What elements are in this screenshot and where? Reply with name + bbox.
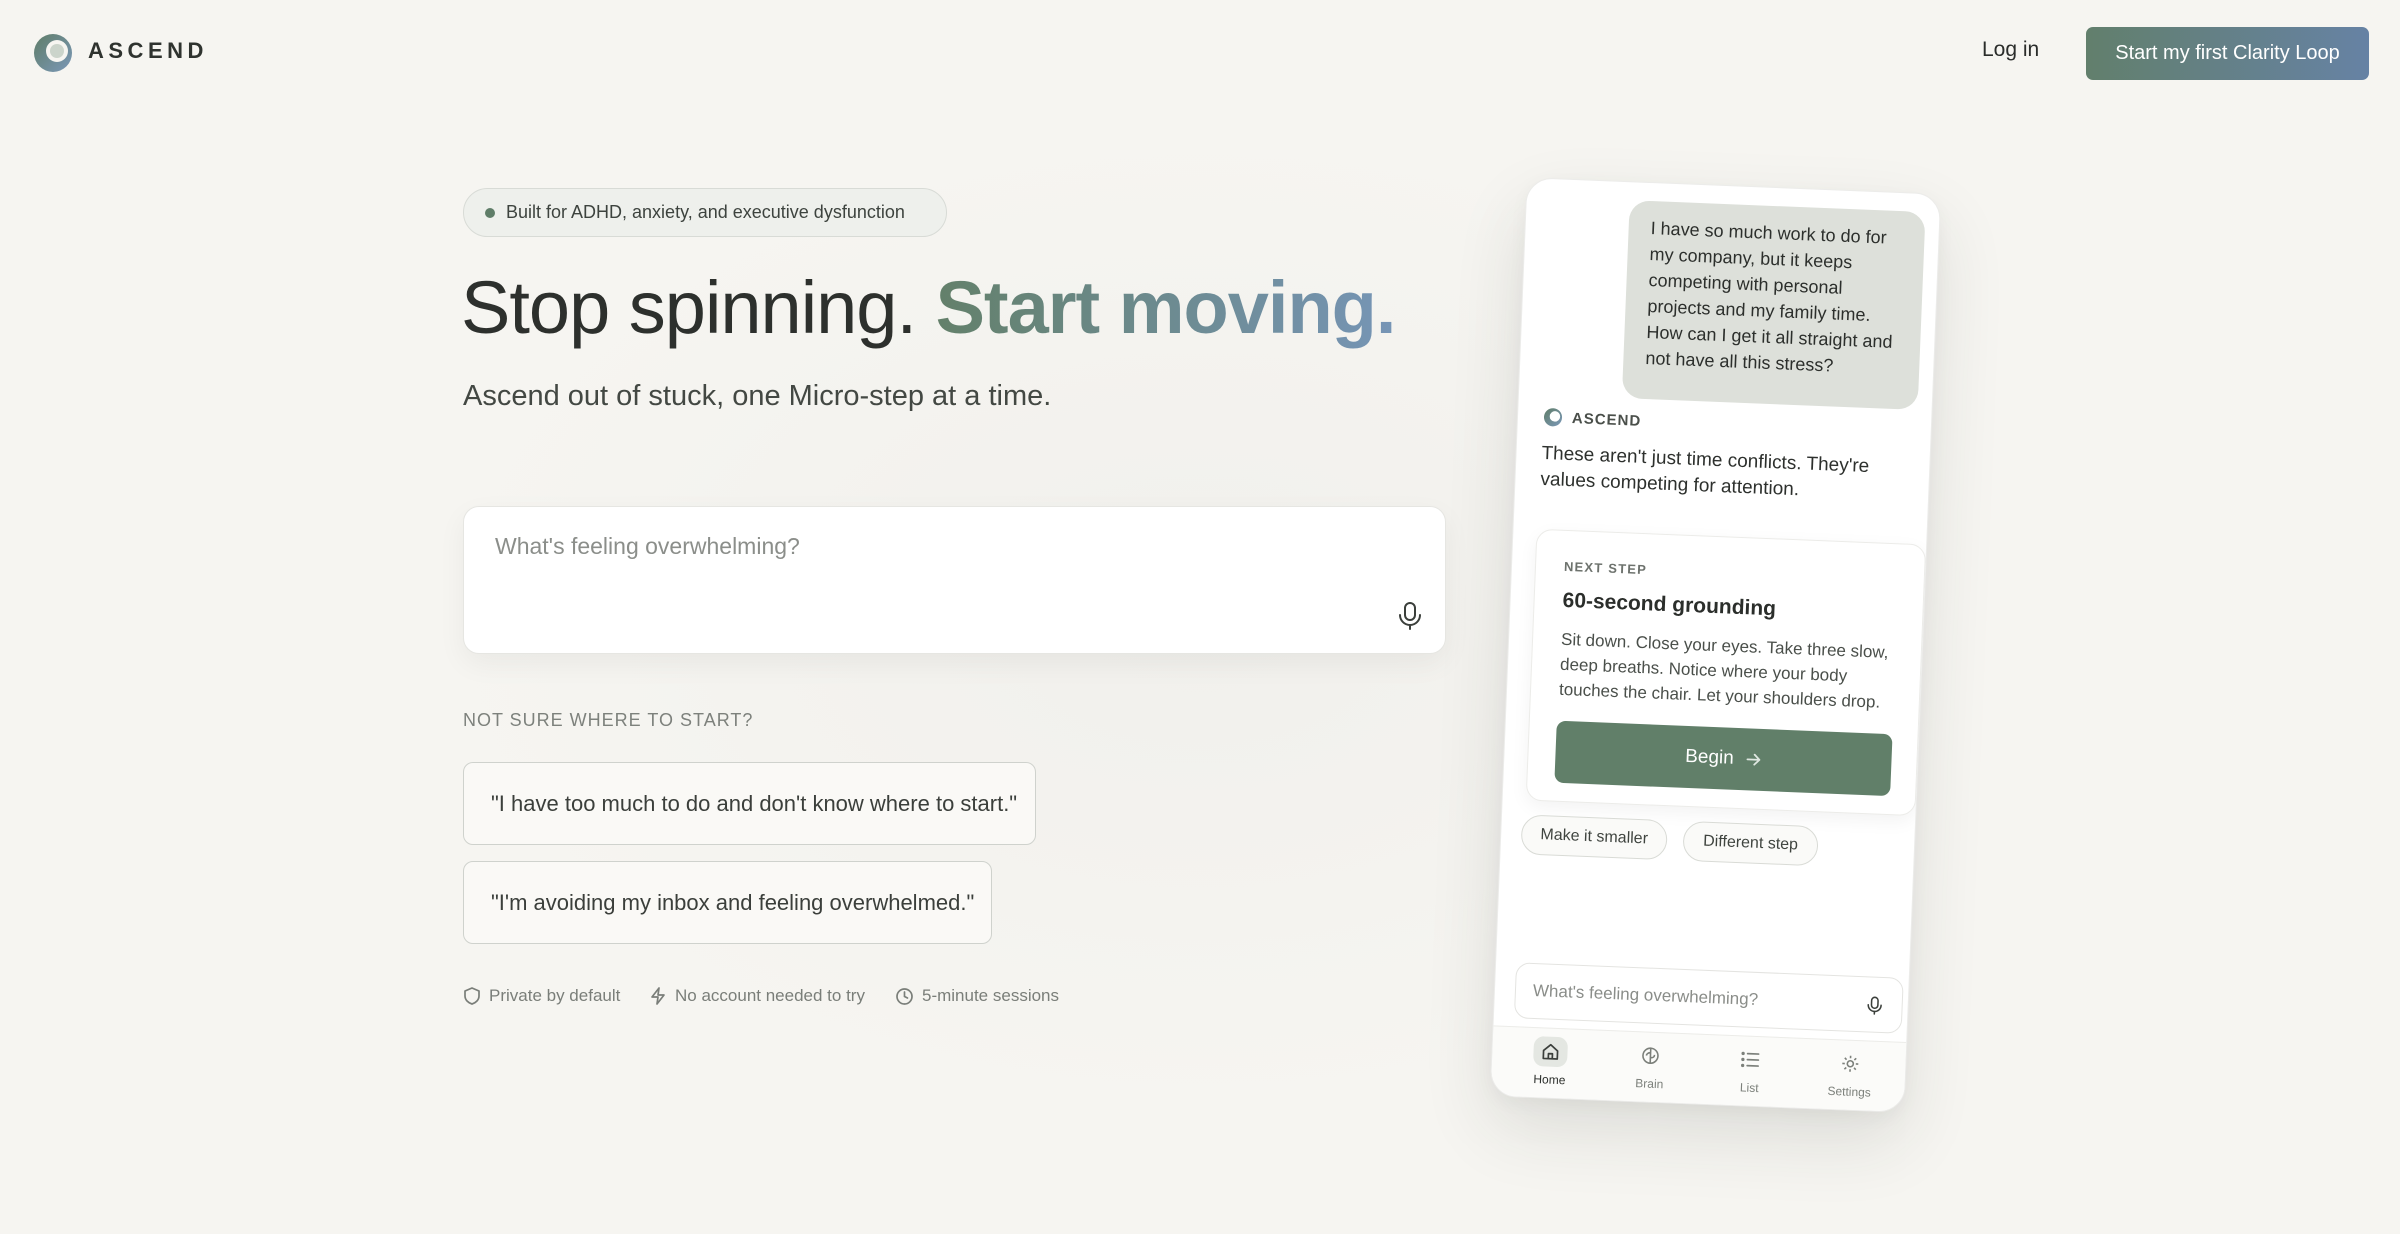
ascend-logo-icon — [1543, 408, 1563, 427]
tab-label: Home — [1533, 1072, 1566, 1088]
shield-icon — [464, 987, 480, 1005]
badge-dot-icon — [485, 207, 495, 218]
login-link[interactable]: Log in — [1982, 38, 2039, 62]
user-message-bubble: I have so much work to do for my company… — [1621, 200, 1926, 410]
tab-label: Brain — [1635, 1076, 1664, 1092]
next-step-card: NEXT STEP 60-second grounding Sit down. … — [1525, 528, 1927, 817]
tab-list[interactable]: List — [1709, 1043, 1791, 1096]
home-icon — [1532, 1036, 1569, 1068]
different-step-chip[interactable]: Different step — [1682, 820, 1819, 867]
begin-label: Begin — [1684, 745, 1735, 769]
step-description: Sit down. Close your eyes. Take three sl… — [1558, 629, 1889, 712]
tab-home[interactable]: Home — [1509, 1035, 1591, 1088]
tab-label: Settings — [1827, 1083, 1872, 1100]
bolt-icon — [651, 987, 665, 1005]
page-title: Stop spinning. Start moving. — [461, 265, 1397, 350]
start-clarity-loop-button[interactable]: Start my first Clarity Loop — [2086, 27, 2369, 80]
audience-badge: Built for ADHD, anxiety, and executive d… — [463, 188, 947, 237]
trust-item-no-account: No account needed to try — [649, 986, 865, 1006]
overwhelm-input[interactable] — [495, 533, 1375, 623]
overwhelm-input-card — [463, 506, 1446, 654]
arrow-right-icon — [1746, 753, 1761, 766]
suggestion-prompt-too-much[interactable]: "I have too much to do and don't know wh… — [463, 762, 1036, 845]
phone-message-input[interactable]: What's feeling overwhelming? — [1513, 962, 1904, 1034]
microphone-icon[interactable] — [1865, 994, 1884, 1017]
list-icon — [1733, 1044, 1768, 1075]
tab-brain[interactable]: Brain — [1609, 1039, 1691, 1092]
microphone-icon[interactable] — [1396, 601, 1424, 631]
trust-item-sessions: 5-minute sessions — [895, 986, 1059, 1006]
ascend-logo-icon[interactable] — [32, 32, 74, 74]
clock-icon — [896, 987, 913, 1005]
phone-mockup: I have so much work to do for my company… — [1489, 177, 1942, 1113]
headline-plain: Stop spinning. — [461, 266, 936, 349]
trust-label: Private by default — [489, 986, 621, 1005]
trust-label: 5-minute sessions — [922, 986, 1060, 1005]
tab-settings[interactable]: Settings — [1809, 1047, 1891, 1100]
step-title: 60-second grounding — [1562, 588, 1777, 621]
brand-name[interactable]: ASCEND — [88, 38, 208, 64]
step-label: NEXT STEP — [1563, 558, 1648, 578]
trust-item-private: Private by default — [463, 986, 620, 1006]
begin-button[interactable]: Begin — [1554, 720, 1893, 797]
trust-label: No account needed to try — [675, 986, 865, 1005]
top-nav: ASCEND Log in Start my first Clarity Loo… — [0, 0, 2400, 106]
make-smaller-chip[interactable]: Make it smaller — [1520, 814, 1668, 861]
headline-accent: Start moving. — [935, 266, 1397, 349]
gear-icon — [1833, 1048, 1868, 1079]
suggestions-label: NOT SURE WHERE TO START? — [463, 710, 754, 730]
badge-text: Built for ADHD, anxiety, and executive d… — [506, 202, 905, 222]
subheading: Ascend out of stuck, one Micro-step at a… — [463, 380, 1052, 412]
tab-label: List — [1739, 1080, 1759, 1096]
ai-message: These aren't just time conflicts. They'r… — [1540, 442, 1870, 501]
ai-header: ASCEND — [1543, 407, 1642, 431]
phone-input-placeholder: What's feeling overwhelming? — [1532, 980, 1759, 1009]
brain-icon — [1633, 1040, 1668, 1071]
suggestion-prompt-inbox[interactable]: "I'm avoiding my inbox and feeling overw… — [463, 861, 992, 944]
ai-name: ASCEND — [1571, 409, 1642, 430]
